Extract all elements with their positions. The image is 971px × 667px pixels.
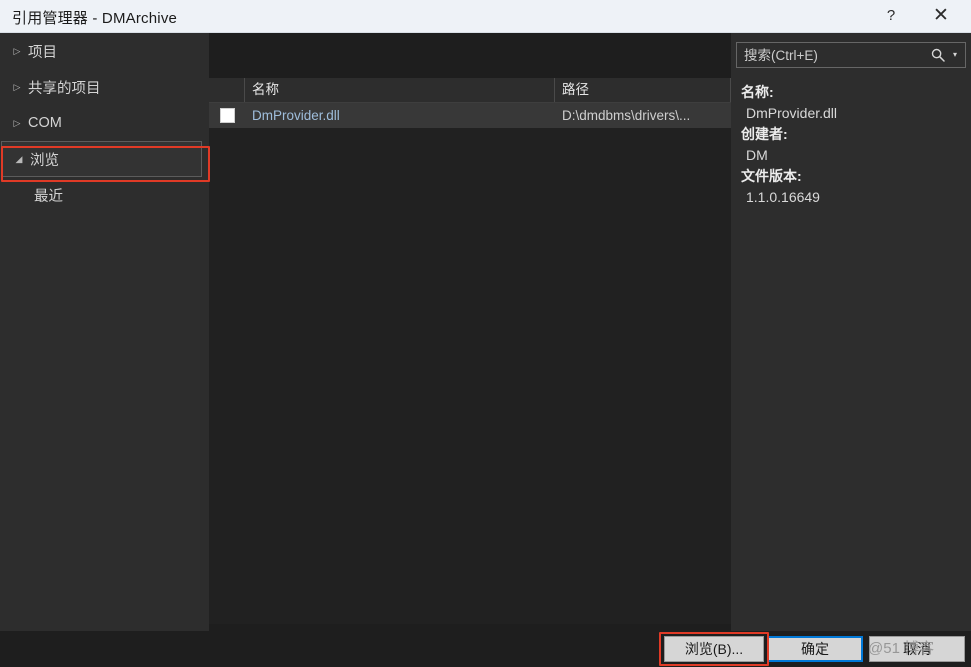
chevron-down-icon: ◢ [8, 155, 30, 164]
detail-key: 名称: [741, 82, 971, 103]
row-checkbox-cell [209, 108, 245, 123]
search-box[interactable]: ▾ [736, 42, 966, 68]
detail-field-file-version: 文件版本: 1.1.0.16649 [741, 166, 971, 208]
close-button[interactable]: ✕ [919, 0, 963, 32]
help-button[interactable]: ? [869, 0, 913, 32]
chevron-down-icon[interactable]: ▾ [948, 51, 965, 59]
column-header-checkbox[interactable] [209, 78, 245, 102]
ok-button[interactable]: 确定 [767, 636, 863, 662]
row-path: D:\dmdbms\drivers\... [555, 104, 731, 128]
search-icon[interactable] [928, 48, 948, 62]
detail-panel: ▾ 名称: DmProvider.dll 创建者: DM 文件版本: 1.1.0… [731, 33, 971, 631]
sidebar-item-shared-projects[interactable]: ▷ 共享的项目 [0, 69, 209, 105]
title-bar: 引用管理器 - DMArchive ? ✕ [0, 0, 971, 33]
chevron-right-icon: ▷ [6, 83, 28, 92]
search-input[interactable] [737, 48, 928, 63]
reference-manager-dialog: 引用管理器 - DMArchive ? ✕ ▷ 项目 ▷ 共享的项目 ▷ COM… [0, 0, 971, 667]
cancel-button[interactable]: 取消 [869, 636, 965, 662]
sidebar-item-label: 项目 [28, 41, 57, 62]
sidebar-item-projects[interactable]: ▷ 项目 [0, 33, 209, 69]
column-header-path[interactable]: 路径 [555, 78, 731, 102]
row-checkbox[interactable] [220, 108, 235, 123]
detail-fields: 名称: DmProvider.dll 创建者: DM 文件版本: 1.1.0.1… [731, 82, 971, 208]
sidebar-item-label: 最近 [34, 185, 63, 206]
sidebar-item-recent[interactable]: 最近 [0, 177, 209, 213]
sidebar-item-label: 共享的项目 [28, 77, 101, 98]
assembly-list-panel: 名称 路径 DmProvider.dll D:\dmdbms\drivers\.… [209, 78, 731, 624]
chevron-right-icon: ▷ [6, 47, 28, 56]
window-title: 引用管理器 - DMArchive [12, 7, 177, 28]
detail-field-creator: 创建者: DM [741, 124, 971, 166]
chevron-right-icon: ▷ [6, 119, 28, 128]
detail-key: 创建者: [741, 124, 971, 145]
browse-button[interactable]: 浏览(B)... [664, 636, 764, 662]
detail-field-name: 名称: DmProvider.dll [741, 82, 971, 124]
row-name: DmProvider.dll [245, 104, 555, 128]
column-header-name[interactable]: 名称 [245, 78, 555, 102]
list-header: 名称 路径 [209, 78, 731, 103]
detail-value: DM [741, 145, 971, 166]
detail-value: DmProvider.dll [741, 103, 971, 124]
detail-value: 1.1.0.16649 [741, 187, 971, 208]
detail-key: 文件版本: [741, 166, 971, 187]
sidebar-item-com[interactable]: ▷ COM [0, 105, 209, 141]
category-sidebar: ▷ 项目 ▷ 共享的项目 ▷ COM ◢ 浏览 最近 [0, 33, 209, 631]
sidebar-item-browse[interactable]: ◢ 浏览 [1, 141, 202, 177]
sidebar-item-label: 浏览 [30, 149, 59, 170]
sidebar-item-label: COM [28, 115, 62, 131]
table-row[interactable]: DmProvider.dll D:\dmdbms\drivers\... [209, 103, 731, 128]
